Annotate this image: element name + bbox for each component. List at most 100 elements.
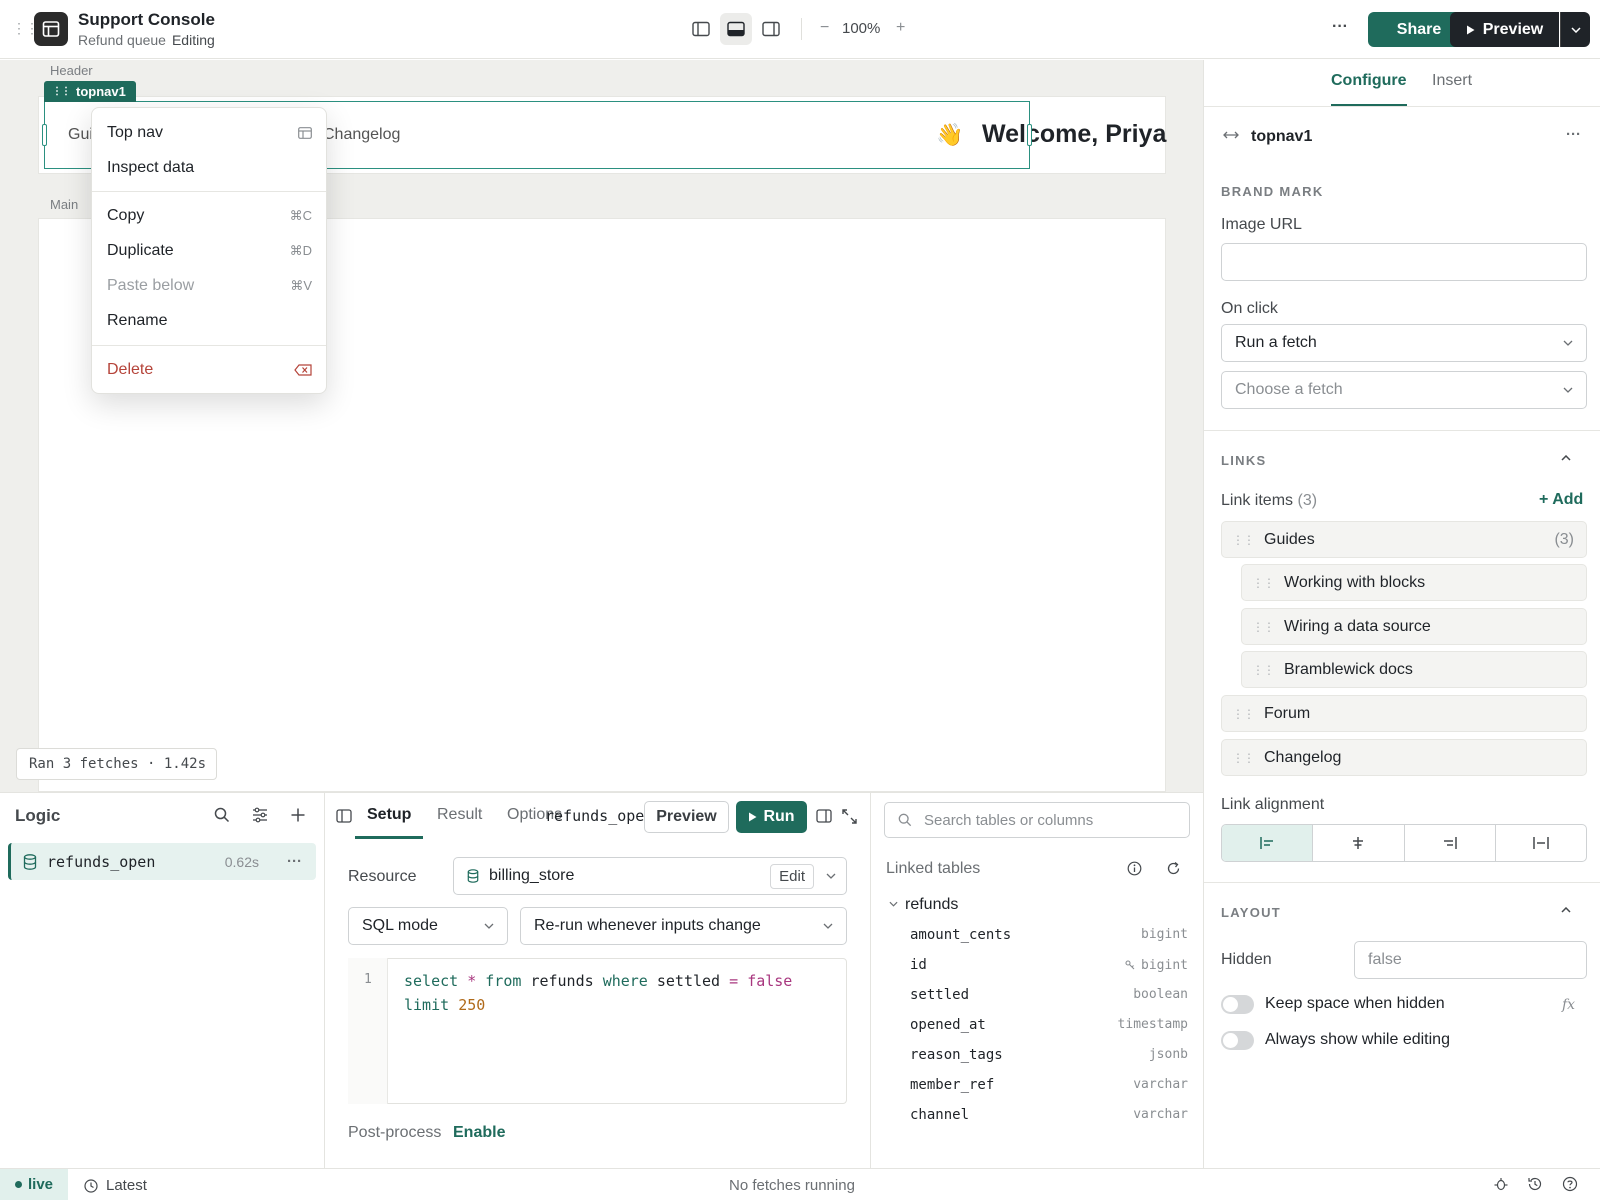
image-url-input[interactable] [1221,243,1587,281]
resize-handle-right[interactable] [1027,124,1032,146]
drag-handle-icon[interactable]: ⋮⋮ [1232,751,1255,765]
mode-value: SQL mode [362,917,438,934]
menu-item-top-nav[interactable]: Top nav [92,116,326,150]
tab-configure[interactable]: Configure [1331,72,1407,90]
query-more-button[interactable]: ··· [287,853,302,870]
split-view-icon[interactable] [816,809,832,823]
keep-space-label: Keep space when hidden [1265,995,1445,1012]
environment-badge[interactable]: live [0,1169,68,1200]
collapse-links-icon[interactable] [1561,455,1571,461]
hidden-label: Hidden [1221,951,1272,968]
column-row[interactable]: member_ref varchar [910,1077,1188,1093]
refresh-icon[interactable] [1166,861,1181,876]
menu-item-rename[interactable]: Rename [92,304,326,338]
resource-select[interactable]: billing_store Edit [453,857,847,895]
column-row[interactable]: amount_cents bigint [910,927,1188,943]
resource-label: Resource [348,868,417,885]
align-left-button[interactable] [1222,825,1314,861]
schema-search-input[interactable]: Search tables or columns [884,802,1190,838]
table-name[interactable]: refunds [905,896,958,914]
debug-icon[interactable] [1493,1176,1509,1192]
trigger-select[interactable]: Re-run whenever inputs change [520,907,847,945]
on-click-select[interactable]: Run a fetch [1221,324,1587,362]
column-row[interactable]: channel varchar [910,1107,1188,1123]
hidden-input[interactable]: false [1354,941,1587,979]
info-icon[interactable] [1127,861,1142,876]
menu-item-inspect-data[interactable]: Inspect data [92,151,326,185]
menu-item-label: Copy [107,207,145,224]
column-row[interactable]: settled boolean [910,987,1188,1003]
toggle-bottom-panel-button[interactable] [720,13,752,45]
column-row[interactable]: reason_tags jsonb [910,1047,1188,1063]
always-show-toggle[interactable] [1221,1031,1254,1050]
drag-handle-icon[interactable]: ⋮⋮ [1252,576,1275,590]
column-row[interactable]: id bigint [910,957,1188,973]
mode-select[interactable]: SQL mode [348,907,508,945]
column-name: opened_at [910,1017,986,1033]
post-process-label: Post-process [348,1124,442,1141]
enable-post-process-button[interactable]: Enable [453,1124,505,1142]
selected-component-tag[interactable]: ⋮⋮ topnav1 [44,81,136,102]
align-justify-button[interactable] [1496,825,1586,861]
key-icon [1125,960,1135,970]
collapse-sidebar-icon[interactable] [336,809,352,823]
drag-handle-icon[interactable]: ⋮⋮ [1232,533,1255,547]
fetch-select[interactable]: Choose a fetch [1221,371,1587,409]
app-title: Support Console [78,10,215,29]
align-right-button[interactable] [1405,825,1496,861]
history-icon[interactable] [1527,1176,1543,1192]
tab-result[interactable]: Result [437,806,482,824]
tab-setup[interactable]: Setup [367,806,411,824]
swap-component-icon[interactable] [1223,130,1239,140]
chevron-down-icon [1563,340,1573,346]
drag-handle-icon[interactable]: ⋮⋮ [1252,620,1275,634]
chevron-down-icon[interactable] [889,901,898,907]
link-item-forum[interactable]: ⋮⋮ Forum [1221,695,1587,732]
edit-resource-button[interactable]: Edit [770,863,814,889]
link-item-working-with-blocks[interactable]: ⋮⋮ Working with blocks [1241,564,1587,601]
keep-space-toggle[interactable] [1221,995,1254,1014]
zoom-out-button[interactable]: − [820,19,829,37]
menu-item-copy[interactable]: Copy ⌘C [92,199,326,233]
fx-toggle-button[interactable]: fx [1562,997,1575,1013]
toggle-right-panel-button[interactable] [755,13,787,45]
preview-button[interactable]: Preview [1450,12,1559,47]
version-label: Latest [106,1177,147,1194]
preview-menu-button[interactable] [1560,12,1590,47]
expand-icon[interactable] [842,809,857,824]
add-query-icon[interactable] [290,807,306,823]
menu-item-delete[interactable]: Delete [92,353,326,387]
align-left-icon [1260,837,1274,849]
drag-handle-icon[interactable]: ⋮⋮ [1232,707,1255,721]
sql-keyword: limit [404,996,450,1014]
tab-insert[interactable]: Insert [1432,72,1472,90]
sql-line-2: limit 250 [404,996,485,1014]
menu-item-duplicate[interactable]: Duplicate ⌘D [92,234,326,268]
drag-handle-icon[interactable]: ⋮⋮ [1252,663,1275,677]
more-options-button[interactable]: ··· [1332,18,1348,36]
resize-handle-left[interactable] [42,124,47,146]
query-item-refunds-open[interactable]: refunds_open 0.62s ··· [8,843,316,880]
link-item-bramblewick-docs[interactable]: ⋮⋮ Bramblewick docs [1241,651,1587,688]
search-icon[interactable] [214,807,230,823]
menu-item-paste-below[interactable]: Paste below ⌘V [92,269,326,303]
query-name-field[interactable]: refunds_open [545,807,644,825]
component-more-button[interactable]: ··· [1566,126,1581,143]
filter-icon[interactable] [252,807,268,823]
link-item-changelog[interactable]: ⋮⋮ Changelog [1221,739,1587,776]
collapse-layout-icon[interactable] [1561,907,1571,913]
preview-query-button[interactable]: Preview [644,801,729,833]
layout-heading: LAYOUT [1221,905,1282,920]
align-center-button[interactable] [1313,825,1405,861]
add-link-button[interactable]: + Add [1539,491,1583,509]
run-query-button[interactable]: Run [736,801,807,833]
column-row[interactable]: opened_at timestamp [910,1017,1188,1033]
help-icon[interactable] [1562,1176,1578,1192]
query-duration: 0.62s [224,853,259,870]
toggle-left-panel-button[interactable] [685,13,717,45]
component-name[interactable]: topnav1 [1251,128,1312,146]
link-item-wiring-a-data-source[interactable]: ⋮⋮ Wiring a data source [1241,608,1587,645]
link-item-guides[interactable]: ⋮⋮ Guides (3) [1221,521,1587,558]
version-button[interactable]: Latest [84,1177,147,1194]
zoom-in-button[interactable]: + [896,19,905,37]
